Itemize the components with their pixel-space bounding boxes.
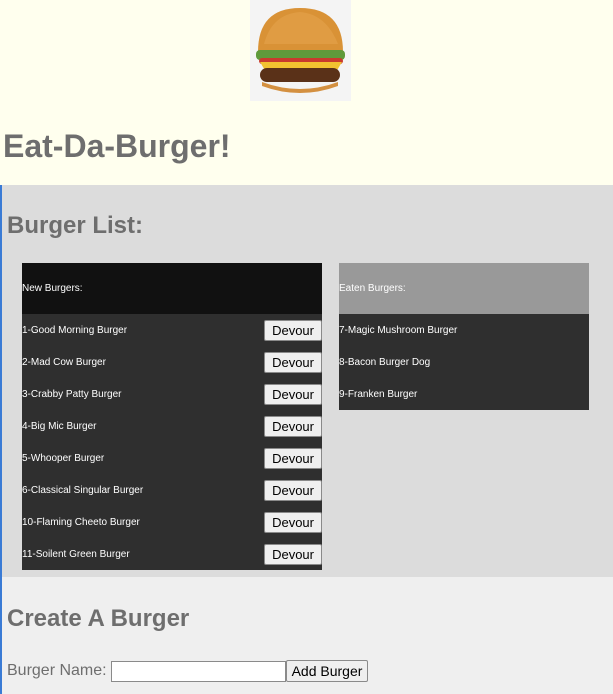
burger-name: 3-Crabby Patty Burger	[22, 388, 122, 400]
list-item: 9-Franken Burger	[339, 378, 589, 410]
new-burgers-list: 1-Good Morning Burger Devour 2-Mad Cow B…	[22, 314, 322, 570]
burger-name-label: Burger Name:	[7, 662, 107, 679]
list-item: 7-Magic Mushroom Burger	[339, 314, 589, 346]
list-item: 6-Classical Singular Burger Devour	[22, 474, 322, 506]
list-item: 11-Soilent Green Burger Devour	[22, 538, 322, 570]
list-item: 5-Whooper Burger Devour	[22, 442, 322, 474]
create-burger-section: Create A Burger Burger Name: Add Burger	[2, 577, 613, 694]
add-burger-button[interactable]: Add Burger	[285, 660, 369, 682]
burger-name: 7-Magic Mushroom Burger	[339, 324, 458, 336]
list-item: 8-Bacon Burger Dog	[339, 346, 589, 378]
burger-list-heading: Burger List:	[7, 212, 144, 239]
create-burger-form: Burger Name: Add Burger	[7, 660, 369, 682]
burger-name: 11-Soilent Green Burger	[22, 548, 130, 560]
burger-name: 2-Mad Cow Burger	[22, 356, 106, 368]
burger-name: 5-Whooper Burger	[22, 452, 105, 464]
page-title: Eat-Da-Burger!	[3, 128, 231, 164]
burger-name: 1-Good Morning Burger	[22, 324, 128, 336]
devour-button[interactable]: Devour	[264, 415, 322, 437]
new-burgers-panel: New Burgers: 1-Good Morning Burger Devou…	[22, 263, 322, 570]
eaten-burgers-panel: Eaten Burgers: 7-Magic Mushroom Burger 8…	[339, 263, 589, 410]
devour-button[interactable]: Devour	[264, 543, 322, 565]
devour-button[interactable]: Devour	[264, 319, 322, 341]
new-burgers-header: New Burgers:	[22, 263, 322, 314]
devour-button[interactable]: Devour	[264, 383, 322, 405]
list-item: 3-Crabby Patty Burger Devour	[22, 378, 322, 410]
burger-name: 4-Big Mic Burger	[22, 420, 97, 432]
list-item: 2-Mad Cow Burger Devour	[22, 346, 322, 378]
create-burger-heading: Create A Burger	[7, 605, 190, 632]
page-header: Eat-Da-Burger!	[0, 0, 613, 185]
burger-name: 6-Classical Singular Burger	[22, 484, 144, 496]
list-item: 4-Big Mic Burger Devour	[22, 410, 322, 442]
burger-name: 10-Flaming Cheeto Burger	[22, 516, 140, 528]
burger-name-input[interactable]	[110, 660, 286, 682]
burger-name: 8-Bacon Burger Dog	[339, 356, 431, 368]
devour-button[interactable]: Devour	[264, 351, 322, 373]
eaten-burgers-list: 7-Magic Mushroom Burger 8-Bacon Burger D…	[339, 314, 589, 410]
devour-button[interactable]: Devour	[264, 447, 322, 469]
devour-button[interactable]: Devour	[264, 479, 322, 501]
list-item: 10-Flaming Cheeto Burger Devour	[22, 506, 322, 538]
burger-icon	[250, 0, 351, 101]
burger-name: 9-Franken Burger	[339, 388, 418, 400]
list-item: 1-Good Morning Burger Devour	[22, 314, 322, 346]
devour-button[interactable]: Devour	[264, 511, 322, 533]
burger-list-section: Burger List: New Burgers: 1-Good Morning…	[2, 185, 613, 577]
eaten-burgers-header: Eaten Burgers:	[339, 263, 589, 314]
